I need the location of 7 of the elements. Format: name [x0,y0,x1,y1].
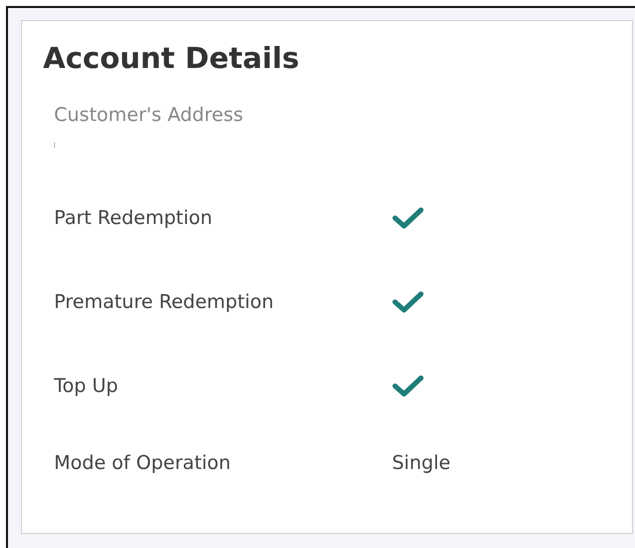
field-label: Part Redemption [54,206,214,229]
field-label: Customer's Address [54,104,244,126]
panel-title: Account Details [43,41,300,76]
field-label: Top Up [54,374,120,397]
field-value: Single [392,452,450,474]
field-label: Mode of Operation [54,452,232,474]
field-label: Premature Redemption [54,290,275,313]
